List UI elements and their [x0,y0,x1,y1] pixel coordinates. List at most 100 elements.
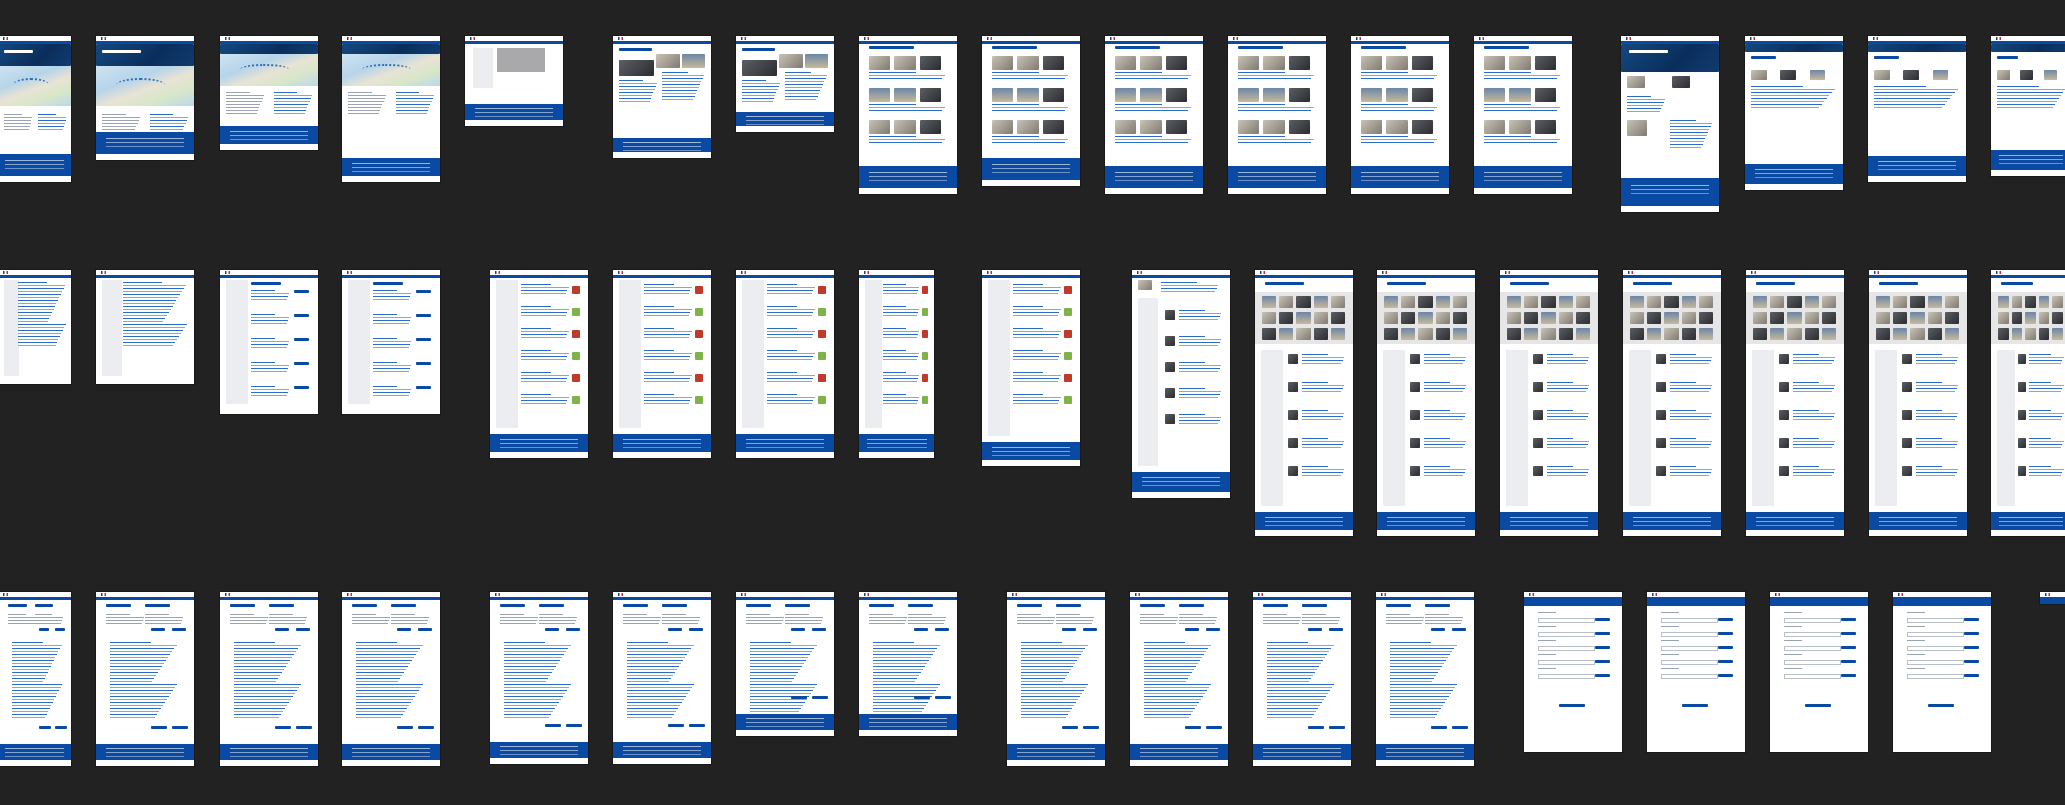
gallery-thumbnail [1698,296,1713,308]
avatar [1533,466,1544,476]
screen-thumbnail[interactable] [1621,36,1719,212]
nav-bar [342,597,440,600]
screen-thumbnail[interactable] [342,270,440,414]
screen-thumbnail[interactable] [1524,592,1622,752]
photo [1780,70,1796,80]
screen-thumbnail[interactable] [1474,36,1572,194]
screen-thumbnail[interactable] [96,592,194,766]
screen-thumbnail[interactable] [1991,36,2065,176]
page-title [869,46,915,49]
screen-thumbnail[interactable] [1745,36,1843,190]
screen-thumbnail[interactable] [1770,592,1868,752]
photo [1288,120,1311,134]
screen-thumbnail[interactable] [1132,270,1230,498]
text-block [1179,414,1222,426]
screen-thumbnail[interactable] [613,592,711,764]
screen-thumbnail[interactable] [736,36,834,132]
screen-thumbnail[interactable] [220,36,318,150]
nav-bar [613,41,711,44]
action-button [1963,632,1980,635]
screen-thumbnail[interactable] [490,270,588,458]
screen-thumbnail[interactable] [1253,592,1351,766]
page-banner [1991,44,2065,52]
nav-bar [1007,597,1105,600]
screen-thumbnail[interactable] [1255,270,1353,536]
text-block [1538,668,1567,671]
text-block [1114,72,1193,81]
gallery-thumbnail [1296,296,1311,308]
page-footer [342,158,440,176]
screen-thumbnail[interactable] [342,592,440,766]
logo-icon [618,37,623,40]
screen-thumbnail[interactable] [1377,270,1475,536]
screen-thumbnail[interactable] [490,592,588,764]
sidebar-menu [473,48,493,88]
screen-thumbnail[interactable] [1869,270,1967,536]
screen-thumbnail[interactable] [220,270,318,414]
page-subfooter [736,126,834,132]
screen-thumbnail[interactable] [1376,592,1474,766]
text-block [356,642,425,720]
text-block [1661,640,1690,643]
logo-icon [618,271,623,274]
screen-thumbnail[interactable] [613,270,711,458]
page-subfooter [1991,170,2065,176]
screen-thumbnail[interactable] [613,36,711,158]
status-thumbnail [695,374,704,382]
screen-thumbnail[interactable] [0,36,71,182]
gallery-thumbnail [1910,296,1925,308]
screen-thumbnail[interactable] [859,270,934,458]
photo [1809,70,1826,80]
text-block [1547,438,1590,450]
photo [804,54,829,68]
text-block [1793,382,1836,394]
screen-thumbnail[interactable] [1746,270,1844,536]
sidebar-menu [1752,350,1774,506]
screen-thumbnail[interactable] [1105,36,1203,194]
screen-thumbnail[interactable] [736,592,834,736]
screen-thumbnail[interactable] [2040,592,2065,604]
sidebar-menu [865,280,882,428]
screen-thumbnail[interactable] [1893,592,1991,752]
photo [1237,120,1260,134]
gallery-thumbnail [1647,296,1662,308]
screen-thumbnail[interactable] [1623,270,1721,536]
submit-button [1928,704,1954,707]
screen-thumbnail[interactable] [1228,36,1326,194]
screen-thumbnail[interactable] [0,592,71,766]
action-button [1083,726,1100,729]
page-footer [1745,164,1843,184]
screen-thumbnail[interactable] [220,592,318,766]
screen-thumbnail[interactable] [1647,592,1745,752]
screen-thumbnail[interactable] [0,270,71,384]
text-block [1538,654,1567,657]
text-block [102,114,141,132]
screen-thumbnail[interactable] [1868,36,1966,182]
page-title [1386,604,1412,607]
screen-thumbnail[interactable] [96,36,194,160]
photo [1360,56,1383,70]
screen-thumbnail[interactable] [465,36,563,126]
screen-thumbnail[interactable] [982,36,1080,186]
screen-thumbnail[interactable] [1007,592,1105,766]
text-block [1874,86,1960,110]
screen-thumbnail[interactable] [342,36,440,182]
text-block [1056,614,1095,626]
action-button [1206,628,1221,631]
screen-thumbnail[interactable] [736,270,834,458]
screen-thumbnail[interactable] [1351,36,1449,194]
screen-thumbnail[interactable] [982,270,1080,466]
gallery-thumbnail [1681,296,1696,308]
avatar [1165,310,1176,320]
avatar [1902,410,1913,420]
screen-thumbnail[interactable] [859,36,957,194]
screen-thumbnail[interactable] [96,270,194,384]
screen-thumbnail[interactable] [1991,270,2065,536]
screen-thumbnail[interactable] [1130,592,1228,766]
avatar [1656,410,1667,420]
text-block [1793,354,1836,366]
screen-thumbnail[interactable] [1500,270,1598,536]
screen-overview-canvas [0,0,2065,805]
photo [991,120,1014,134]
screen-thumbnail[interactable] [859,592,957,736]
